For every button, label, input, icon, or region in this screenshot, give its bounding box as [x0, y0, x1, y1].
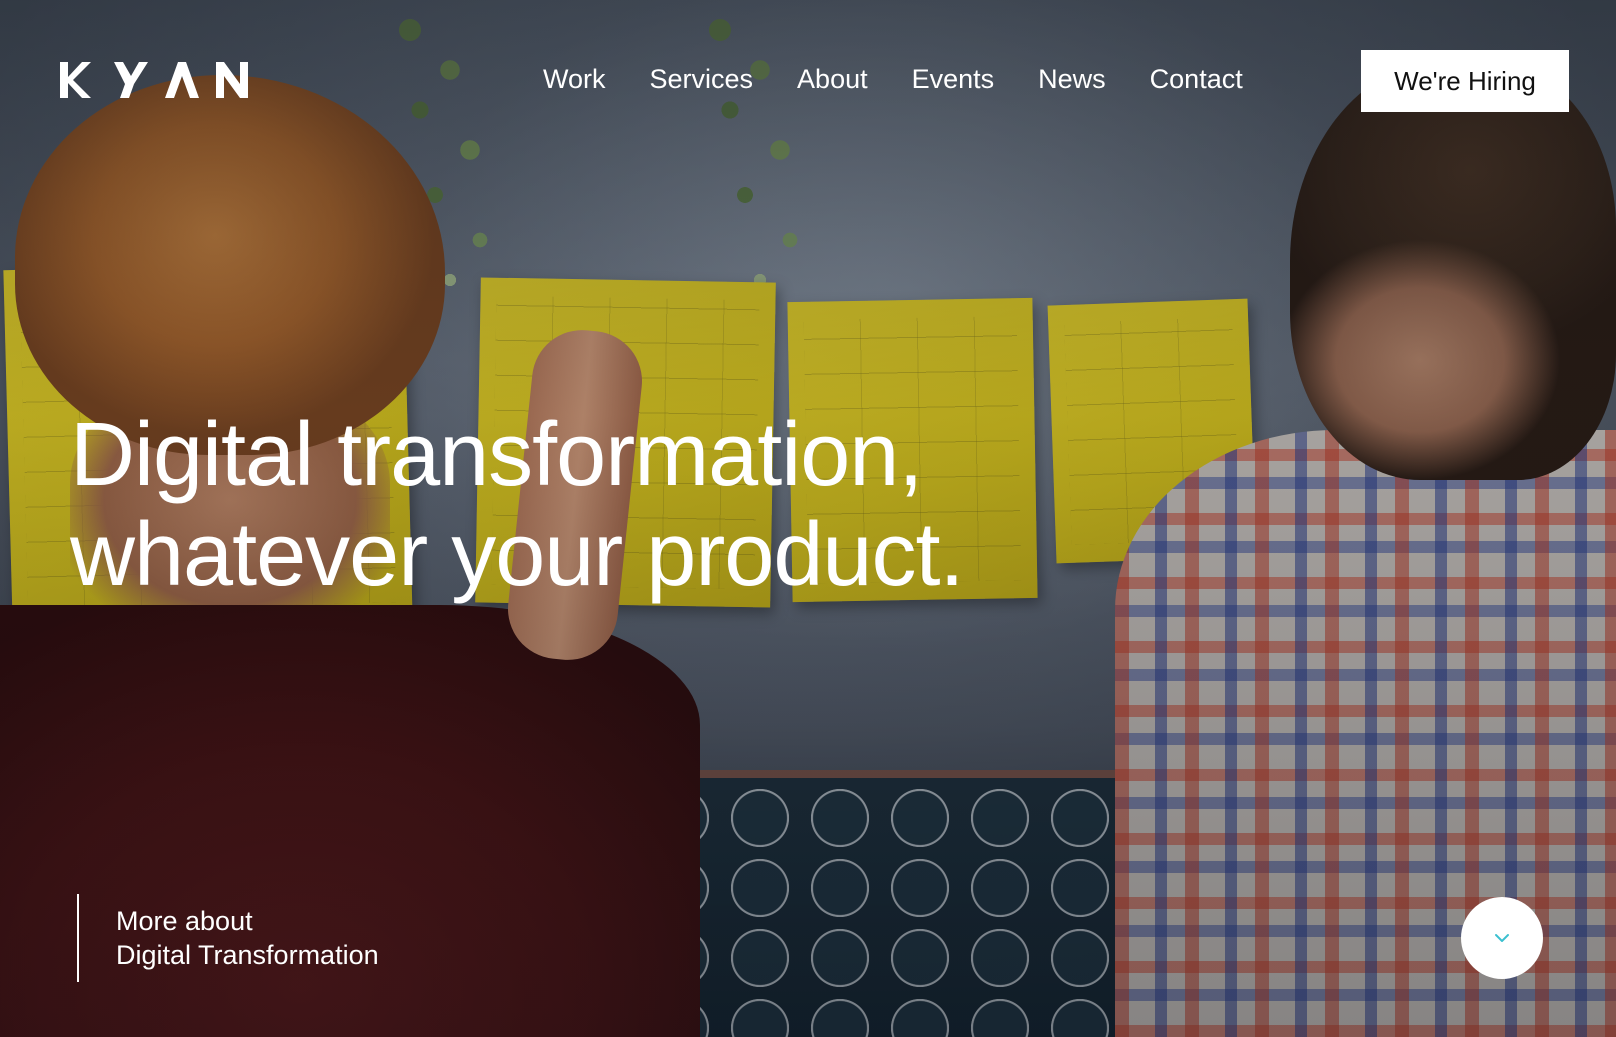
hero-headline-line-1: Digital transformation, — [70, 405, 923, 505]
nav-item-work[interactable]: Work — [543, 58, 628, 100]
nav-item-contact[interactable]: Contact — [1128, 58, 1265, 100]
hero-headline-line-2: whatever your product. — [70, 505, 964, 605]
were-hiring-button[interactable]: We're Hiring — [1361, 50, 1569, 112]
scroll-down-button[interactable] — [1461, 897, 1543, 979]
main-nav: Work Services About Events News Contact — [543, 58, 1265, 100]
more-about-topic: Digital Transformation — [116, 940, 379, 970]
nav-item-news[interactable]: News — [1016, 58, 1128, 100]
site-header: Work Services About Events News Contact … — [0, 0, 1616, 150]
nav-item-services[interactable]: Services — [628, 58, 776, 100]
kyan-logo[interactable] — [58, 60, 250, 100]
hero-headline: Digital transformation, whatever your pr… — [70, 405, 1170, 605]
nav-item-about[interactable]: About — [775, 58, 890, 100]
more-about-link[interactable]: More about Digital Transformation — [77, 894, 379, 982]
more-about-label: More about — [116, 906, 253, 936]
nav-item-events[interactable]: Events — [890, 58, 1017, 100]
chevron-down-icon — [1495, 934, 1509, 942]
kyan-logo-mark — [60, 62, 248, 98]
